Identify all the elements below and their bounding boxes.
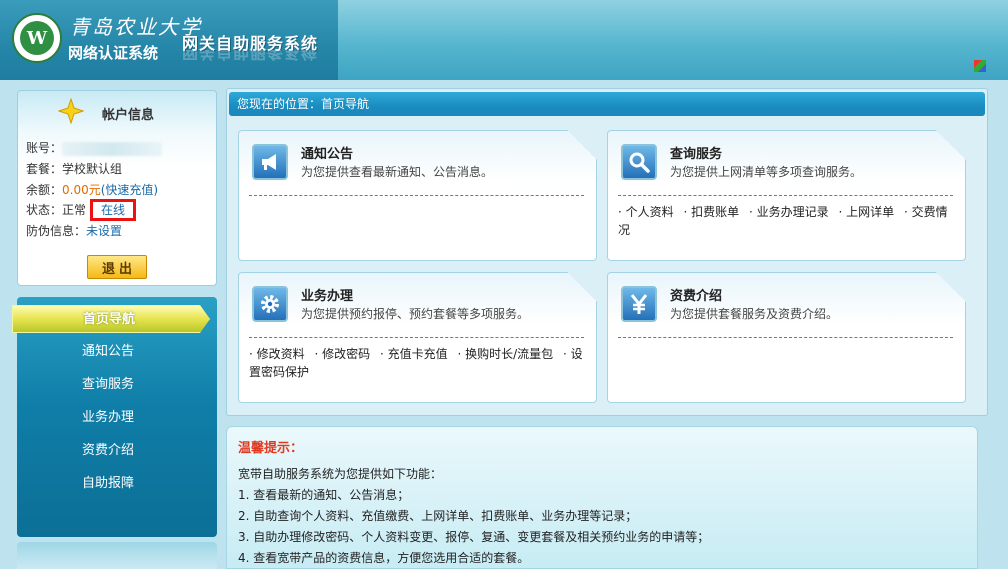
package-row: 套餐：学校默认组 [26, 160, 122, 177]
tips-panel: 温馨提示： 宽带自助服务系统为您提供如下功能： 1. 查看最新的通知、公告消息；… [226, 426, 978, 569]
card-divider [618, 337, 953, 338]
header-banner: W 青岛农业大学 网络认证系统 网关自助服务系统 网关自助服务系统 [0, 0, 1008, 80]
color-palette-icon[interactable] [974, 60, 986, 72]
balance-value: 0.00元 [62, 183, 101, 197]
card-description: 为您提供查看最新通知、公告消息。 [301, 165, 494, 179]
quick-recharge-link[interactable]: (快速充值) [101, 183, 158, 197]
link-buy-package[interactable]: 换购时长/流量包 [457, 347, 553, 361]
tips-line: 1. 查看最新的通知、公告消息； [238, 488, 410, 502]
card-title[interactable]: 通知公告 [301, 143, 353, 162]
tips-title: 温馨提示： [238, 441, 304, 456]
tips-intro: 宽带自助服务系统为您提供如下功能： [238, 467, 443, 481]
link-billing[interactable]: 扣费账单 [683, 205, 739, 219]
gear-icon[interactable] [252, 286, 288, 322]
status-row: 状态：正常 在线 [26, 199, 137, 221]
star-icon [58, 98, 84, 124]
sidebar-item-home[interactable]: 首页导航 [12, 305, 210, 333]
package-value: 学校默认组 [62, 162, 123, 176]
breadcrumb: 您现在的位置：首页导航 [229, 92, 985, 116]
online-status-badge: 在线 [90, 199, 137, 221]
account-title: 帐户信息 [102, 108, 155, 123]
card-notices: 通知公告 为您提供查看最新通知、公告消息。 [238, 130, 597, 261]
card-description: 为您提供套餐服务及资费介绍。 [670, 307, 839, 321]
card-divider [249, 337, 584, 338]
account-header: 帐户信息 [18, 91, 216, 133]
card-links: 修改资料 修改密码 充值卡充值 换购时长/流量包 设置密码保护 [249, 345, 589, 381]
main-content: 您现在的位置：首页导航 通知公告 为您提供查看最新通知、公告消息。 查询服务 为… [226, 88, 988, 416]
card-business: 业务办理 为您提供预约报停、预约套餐等多项服务。 修改资料 修改密码 充值卡充值… [238, 272, 597, 403]
logo-emblem: W [20, 21, 54, 55]
sidebar-item-notices[interactable]: 通知公告 [17, 338, 217, 366]
card-pricing: 资费介绍 为您提供套餐服务及资费介绍。 [607, 272, 966, 403]
card-title[interactable]: 业务办理 [301, 285, 353, 304]
sidebar-item-pricing[interactable]: 资费介绍 [17, 437, 217, 465]
magnifier-icon[interactable] [621, 144, 657, 180]
link-change-password[interactable]: 修改密码 [314, 347, 370, 361]
card-divider [249, 195, 584, 196]
gateway-title-reflection: 网关自助服务系统 [182, 50, 319, 62]
link-card-recharge[interactable]: 充值卡充值 [380, 347, 448, 361]
account-panel: 帐户信息 账号： 套餐：学校默认组 余额：0.00元(快速充值) 状态：正常 在线… [17, 90, 217, 286]
logout-button[interactable]: 退出 [87, 255, 147, 279]
antifraud-row: 防伪信息：未设置 [26, 222, 122, 239]
auth-system-name: 网络认证系统 [68, 44, 159, 62]
balance-label: 余额： [26, 183, 63, 197]
link-online-details[interactable]: 上网详单 [838, 205, 894, 219]
card-title[interactable]: 资费介绍 [670, 285, 722, 304]
status-label: 状态： [26, 203, 63, 217]
sidebar-item-business[interactable]: 业务办理 [17, 404, 217, 432]
sidebar-nav: 首页导航 通知公告 查询服务 业务办理 资费介绍 自助报障 [12, 297, 217, 537]
card-links: 个人资料 扣费账单 业务办理记录 上网详单 交费情况 [618, 203, 958, 239]
tips-line: 2. 自助查询个人资料、充值缴费、上网详单、扣费账单、业务办理等记录； [238, 509, 638, 523]
megaphone-icon[interactable] [252, 144, 288, 180]
yen-icon[interactable] [621, 286, 657, 322]
package-label: 套餐： [26, 162, 63, 176]
card-description: 为您提供上网清单等多项查询服务。 [670, 165, 863, 179]
tips-line: 3. 自助办理修改密码、个人资料变更、报停、复通、变更套餐及相关预约业务的申请等… [238, 530, 710, 544]
header-brand: W 青岛农业大学 网络认证系统 网关自助服务系统 网关自助服务系统 [0, 0, 338, 80]
antifraud-label: 防伪信息： [26, 224, 87, 238]
antifraud-value: 未设置 [86, 224, 123, 238]
sidebar-footer [17, 542, 217, 569]
card-divider [618, 195, 953, 196]
card-description: 为您提供预约报停、预约套餐等多项服务。 [301, 307, 530, 321]
link-business-records[interactable]: 业务办理记录 [749, 205, 829, 219]
balance-row: 余额：0.00元(快速充值) [26, 181, 158, 198]
card-query: 查询服务 为您提供上网清单等多项查询服务。 个人资料 扣费账单 业务办理记录 上… [607, 130, 966, 261]
sidebar-item-fault-report[interactable]: 自助报障 [17, 470, 217, 498]
card-title[interactable]: 查询服务 [670, 143, 722, 162]
status-value: 正常 [62, 203, 87, 217]
tips-line: 4. 查看宽带产品的资费信息，方便您选用合适的套餐。 [238, 551, 530, 565]
university-logo: W [12, 13, 62, 63]
link-personal-info[interactable]: 个人资料 [618, 205, 674, 219]
sidebar-item-query[interactable]: 查询服务 [17, 371, 217, 399]
account-row: 账号： [26, 139, 163, 156]
account-label: 账号： [26, 141, 63, 155]
link-edit-profile[interactable]: 修改资料 [249, 347, 305, 361]
account-value-redacted [62, 141, 163, 156]
